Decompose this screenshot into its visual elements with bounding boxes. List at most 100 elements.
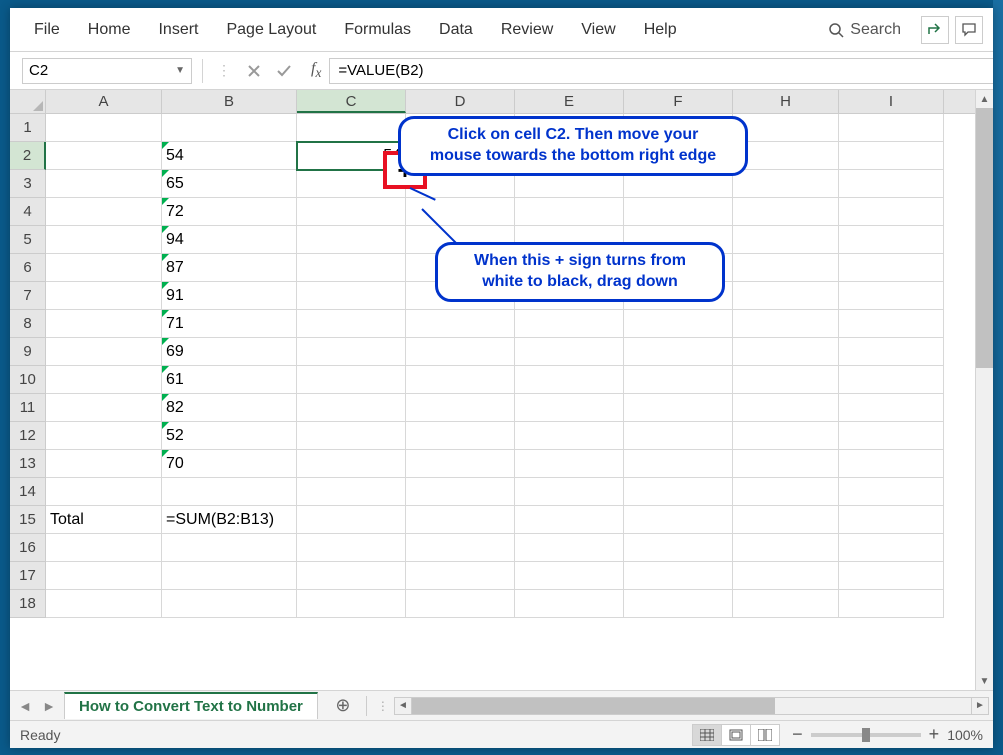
cell-A9[interactable] xyxy=(46,338,162,366)
cell-C5[interactable] xyxy=(297,226,406,254)
cell-E18[interactable] xyxy=(515,590,624,618)
ribbon-tab-insert[interactable]: Insert xyxy=(144,8,212,51)
cell-B2[interactable]: 54 xyxy=(162,142,297,170)
cell-A16[interactable] xyxy=(46,534,162,562)
cell-D12[interactable] xyxy=(406,422,515,450)
cell-I4[interactable] xyxy=(839,198,944,226)
ribbon-tab-home[interactable]: Home xyxy=(74,8,145,51)
cell-A11[interactable] xyxy=(46,394,162,422)
cell-F18[interactable] xyxy=(624,590,733,618)
row-header-15[interactable]: 15 xyxy=(10,506,46,534)
cell-C4[interactable] xyxy=(297,198,406,226)
cell-E8[interactable] xyxy=(515,310,624,338)
cell-F13[interactable] xyxy=(624,450,733,478)
cell-A1[interactable] xyxy=(46,114,162,142)
cell-H16[interactable] xyxy=(733,534,839,562)
cell-D10[interactable] xyxy=(406,366,515,394)
row-header-1[interactable]: 1 xyxy=(10,114,46,142)
cell-F11[interactable] xyxy=(624,394,733,422)
cell-H11[interactable] xyxy=(733,394,839,422)
row-header-3[interactable]: 3 xyxy=(10,170,46,198)
cell-B15[interactable]: =SUM(B2:B13) xyxy=(162,506,297,534)
cell-F14[interactable] xyxy=(624,478,733,506)
cell-H4[interactable] xyxy=(733,198,839,226)
cell-F16[interactable] xyxy=(624,534,733,562)
cell-B3[interactable]: 65 xyxy=(162,170,297,198)
cell-D15[interactable] xyxy=(406,506,515,534)
cell-A4[interactable] xyxy=(46,198,162,226)
cell-D13[interactable] xyxy=(406,450,515,478)
cell-H2[interactable] xyxy=(733,142,839,170)
row-header-4[interactable]: 4 xyxy=(10,198,46,226)
cell-A7[interactable] xyxy=(46,282,162,310)
ribbon-tab-view[interactable]: View xyxy=(567,8,629,51)
cell-H1[interactable] xyxy=(733,114,839,142)
cell-C9[interactable] xyxy=(297,338,406,366)
cell-F12[interactable] xyxy=(624,422,733,450)
vscroll-thumb[interactable] xyxy=(976,108,993,368)
cell-E12[interactable] xyxy=(515,422,624,450)
tab-next-button[interactable]: ► xyxy=(38,695,60,717)
row-header-6[interactable]: 6 xyxy=(10,254,46,282)
cell-E10[interactable] xyxy=(515,366,624,394)
row-header-5[interactable]: 5 xyxy=(10,226,46,254)
zoom-slider-track[interactable] xyxy=(811,733,921,737)
row-header-16[interactable]: 16 xyxy=(10,534,46,562)
formula-input[interactable]: =VALUE(B2) xyxy=(329,58,993,84)
cell-F17[interactable] xyxy=(624,562,733,590)
ribbon-tab-data[interactable]: Data xyxy=(425,8,487,51)
cell-F9[interactable] xyxy=(624,338,733,366)
cell-D8[interactable] xyxy=(406,310,515,338)
cell-E4[interactable] xyxy=(515,198,624,226)
zoom-out-button[interactable]: − xyxy=(792,724,803,745)
cell-A2[interactable] xyxy=(46,142,162,170)
cell-I8[interactable] xyxy=(839,310,944,338)
cell-B5[interactable]: 94 xyxy=(162,226,297,254)
cell-D18[interactable] xyxy=(406,590,515,618)
ribbon-tab-formulas[interactable]: Formulas xyxy=(330,8,425,51)
cell-E14[interactable] xyxy=(515,478,624,506)
cell-I18[interactable] xyxy=(839,590,944,618)
cell-I1[interactable] xyxy=(839,114,944,142)
cell-E16[interactable] xyxy=(515,534,624,562)
cell-H10[interactable] xyxy=(733,366,839,394)
cell-E17[interactable] xyxy=(515,562,624,590)
cell-B4[interactable]: 72 xyxy=(162,198,297,226)
column-header-E[interactable]: E xyxy=(515,90,624,113)
cell-B6[interactable]: 87 xyxy=(162,254,297,282)
cell-B17[interactable] xyxy=(162,562,297,590)
cell-H18[interactable] xyxy=(733,590,839,618)
cell-C18[interactable] xyxy=(297,590,406,618)
cell-I12[interactable] xyxy=(839,422,944,450)
cell-F15[interactable] xyxy=(624,506,733,534)
cell-A17[interactable] xyxy=(46,562,162,590)
cell-I13[interactable] xyxy=(839,450,944,478)
scroll-right-button[interactable]: ► xyxy=(971,697,989,715)
share-button[interactable] xyxy=(921,16,949,44)
cell-D11[interactable] xyxy=(406,394,515,422)
cell-B1[interactable] xyxy=(162,114,297,142)
cell-C15[interactable] xyxy=(297,506,406,534)
cell-A6[interactable] xyxy=(46,254,162,282)
cell-I14[interactable] xyxy=(839,478,944,506)
sheet-tab-active[interactable]: How to Convert Text to Number xyxy=(64,692,318,719)
row-header-8[interactable]: 8 xyxy=(10,310,46,338)
cell-H9[interactable] xyxy=(733,338,839,366)
cell-A10[interactable] xyxy=(46,366,162,394)
cell-B12[interactable]: 52 xyxy=(162,422,297,450)
cell-C11[interactable] xyxy=(297,394,406,422)
cell-C17[interactable] xyxy=(297,562,406,590)
cell-C16[interactable] xyxy=(297,534,406,562)
name-box[interactable]: C2 ▼ xyxy=(22,58,192,84)
ribbon-tab-review[interactable]: Review xyxy=(487,8,567,51)
ribbon-tab-file[interactable]: File xyxy=(20,8,74,51)
cell-E9[interactable] xyxy=(515,338,624,366)
cell-H6[interactable] xyxy=(733,254,839,282)
chevron-down-icon[interactable]: ▼ xyxy=(175,65,185,76)
cell-H17[interactable] xyxy=(733,562,839,590)
vertical-scrollbar[interactable]: ▲ ▼ xyxy=(975,90,993,690)
cell-A5[interactable] xyxy=(46,226,162,254)
cell-I3[interactable] xyxy=(839,170,944,198)
formula-menu-button[interactable]: ⋮ xyxy=(211,58,237,84)
cell-D17[interactable] xyxy=(406,562,515,590)
